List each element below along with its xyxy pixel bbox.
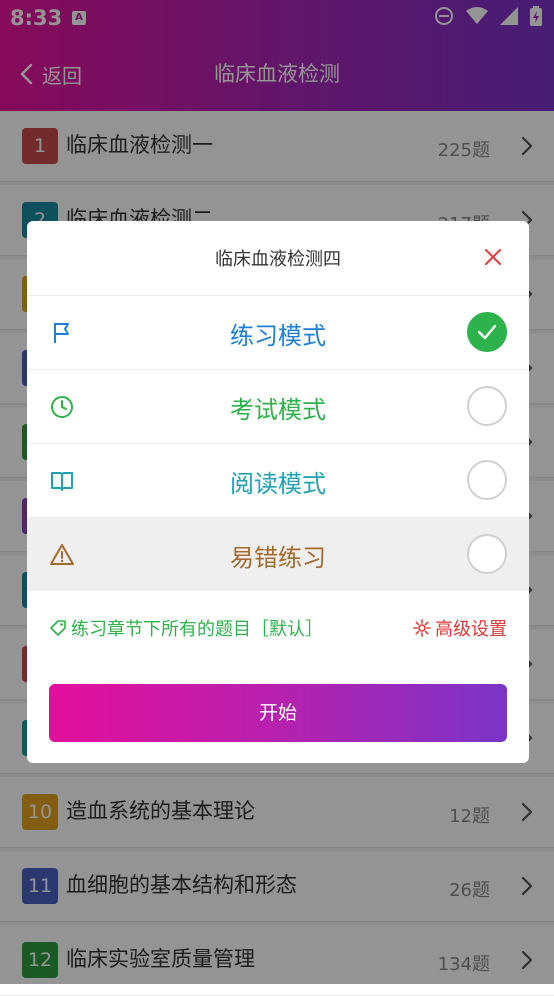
mode-dialog: 临床血液检测四 练习模式 考试模式 阅读模式 易错练习 练习章节下所有的题目［默… bbox=[27, 221, 529, 763]
radio-unselected[interactable] bbox=[467, 534, 507, 574]
mode-label: 易错练习 bbox=[230, 544, 326, 572]
mode-label: 阅读模式 bbox=[230, 470, 326, 498]
check-icon bbox=[477, 324, 497, 340]
scope-option[interactable]: 练习章节下所有的题目［默认］ bbox=[49, 615, 323, 641]
mode-exam[interactable]: 考试模式 bbox=[27, 369, 529, 443]
radio-selected[interactable] bbox=[467, 312, 507, 352]
mode-label: 练习模式 bbox=[230, 322, 326, 350]
mode-label: 考试模式 bbox=[230, 396, 326, 424]
close-button[interactable] bbox=[481, 245, 505, 269]
close-icon bbox=[485, 249, 501, 265]
tag-icon bbox=[50, 620, 66, 636]
dialog-title: 临床血液检测四 bbox=[215, 249, 341, 270]
start-button[interactable]: 开始 bbox=[49, 684, 507, 742]
radio-unselected[interactable] bbox=[467, 386, 507, 426]
options-row: 练习章节下所有的题目［默认］ 高级设置 bbox=[49, 615, 507, 641]
mode-read[interactable]: 阅读模式 bbox=[27, 443, 529, 517]
scope-label: 练习章节下所有的题目［默认］ bbox=[71, 619, 323, 640]
gear-icon bbox=[413, 619, 431, 637]
radio-unselected[interactable] bbox=[467, 460, 507, 500]
advanced-label: 高级设置 bbox=[435, 619, 507, 640]
mode-practice[interactable]: 练习模式 bbox=[27, 295, 529, 369]
mode-error-practice[interactable]: 易错练习 bbox=[27, 517, 529, 591]
advanced-settings-button[interactable]: 高级设置 bbox=[413, 615, 507, 641]
